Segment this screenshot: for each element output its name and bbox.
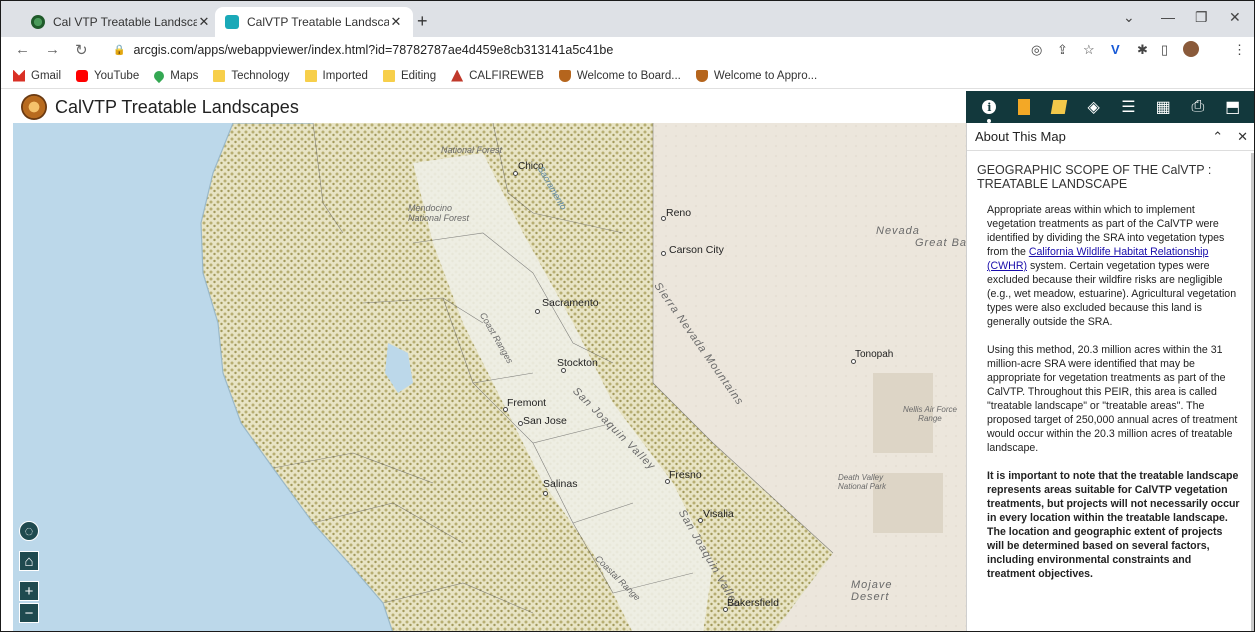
layer-list-icon[interactable] [1048,96,1070,118]
maps-pin-icon [152,68,167,83]
map-label-mojave-desert: Mojave Desert [851,579,893,603]
bookmark-gmail[interactable]: Gmail [13,69,61,82]
extensions-puzzle-icon[interactable]: ✱ [1137,42,1148,58]
about-panel: About This Map ⌃ ✕ GEOGRAPHIC SCOPE OF T… [966,123,1254,631]
close-tab-icon[interactable]: ✕ [389,14,403,30]
map-label-san-jose: San Jose [523,415,567,427]
layers-icon[interactable]: ◈ [1083,96,1105,118]
panel-scrollbar[interactable] [1251,153,1254,631]
menu-kebab-icon[interactable]: ⋮ [1233,42,1246,58]
bookmark-youtube[interactable]: YouTube [76,69,139,82]
map-label-bakersfield: Bakersfield [727,597,779,609]
close-window-icon[interactable]: ✕ [1229,9,1241,26]
flame-icon [451,69,464,82]
bookmark-welcome-board[interactable]: Welcome to Board... [558,69,681,82]
calfire-seal-logo [21,94,47,120]
lock-icon: 🔒 [113,44,126,56]
map-label-fresno: Fresno [669,469,702,481]
close-panel-icon[interactable]: ✕ [1237,129,1248,145]
map-label-reno: Reno [666,207,692,219]
panel-title: About This Map [975,129,1066,144]
widget-toolbar: i ◈ ☰ ▦ ⎙ ⬒ [966,91,1254,123]
forward-icon[interactable]: → [45,41,60,58]
side-panel-icon[interactable]: ▯ [1161,42,1168,58]
panel-header: About This Map ⌃ ✕ [967,123,1254,151]
youtube-icon [76,69,89,82]
globe-favicon-icon [31,15,45,29]
share-icon[interactable]: ⬒ [1222,96,1244,118]
shield-icon [558,69,571,82]
folder-icon [213,69,226,82]
tab-cal-vtp[interactable]: Cal VTP Treatable Landscapes - V ✕ [21,7,221,37]
bookmark-folder-imported[interactable]: Imported [304,69,368,82]
paragraph-2: Using this method, 20.3 million acres wi… [987,344,1238,454]
map-basemap [13,123,966,631]
bookmark-folder-technology[interactable]: Technology [213,69,290,82]
url-bar[interactable]: 🔒 arcgis.com/apps/webappviewer/index.htm… [113,39,1023,61]
app-title: CalVTP Treatable Landscapes [55,96,299,117]
zoom-out-icon[interactable]: − [19,603,39,623]
panel-content: GEOGRAPHIC SCOPE OF THE CalVTP : TREATAB… [967,153,1251,631]
map-label-sacramento: Sacramento [542,297,599,309]
map-label-great-basin: Great Bas [915,237,966,249]
tab-title: CalVTP Treatable Landscapes [247,15,389,29]
tab-title: Cal VTP Treatable Landscapes - V [53,15,197,29]
bookmark-folder-editing[interactable]: Editing [382,69,436,82]
city-dot [535,309,540,314]
bookmark-calfireweb[interactable]: CALFIREWEB [451,69,544,82]
list-icon[interactable]: ☰ [1117,96,1139,118]
restore-icon[interactable]: ❐ [1195,9,1208,26]
basemap-gallery-icon[interactable]: ▦ [1152,96,1174,118]
map-label-national-forest: National Forest [441,145,503,155]
star-icon[interactable]: ☆ [1083,42,1095,58]
eye-off-icon[interactable]: ◎ [1031,42,1042,58]
map-label-carson-city: Carson City [669,244,724,256]
folder-icon [304,69,317,82]
app-header: CalVTP Treatable Landscapes [13,91,966,123]
map-label-tonopah: Tonopah [855,349,894,360]
shield-icon [695,69,708,82]
browser-window: Cal VTP Treatable Landscapes - V ✕ CalVT… [0,0,1255,632]
map-label-nellis: Nellis Air Force Range [903,405,957,423]
map-label-fremont: Fremont [507,397,547,409]
folder-icon [382,69,395,82]
map-label-stockton: Stockton [557,357,598,369]
paragraph-3: It is important to note that the treatab… [987,470,1240,580]
share-page-icon[interactable]: ⇪ [1057,42,1068,58]
minimize-icon[interactable]: — [1161,9,1175,25]
map-label-nevada: Nevada [876,225,920,237]
bookmark-maps[interactable]: Maps [152,68,198,83]
url-text: arcgis.com/apps/webappviewer/index.html?… [133,43,614,57]
close-tab-icon[interactable]: ✕ [197,14,211,30]
home-icon[interactable]: ⌂ [19,551,39,571]
extension-v-icon[interactable]: V [1111,42,1120,57]
map-view[interactable]: National Forest Mendocino National Fores… [13,123,966,631]
collapse-icon[interactable]: ⌃ [1212,129,1223,145]
bookmark-welcome-appro[interactable]: Welcome to Appro... [695,69,817,82]
reload-icon[interactable]: ↻ [75,41,88,59]
city-dot [543,491,548,496]
zoom-in-icon[interactable]: + [19,581,39,601]
map-label-visalia: Visalia [703,508,734,520]
section-heading: GEOGRAPHIC SCOPE OF THE CalVTP : TREATAB… [977,163,1212,191]
tab-calvtp-active[interactable]: CalVTP Treatable Landscapes ✕ [215,7,413,37]
map-label-mendocino-nf: Mendocino National Forest [408,203,470,223]
profile-avatar[interactable] [1183,41,1199,57]
map-label-salinas: Salinas [543,478,578,490]
bookmarks-bar: Gmail YouTube Maps Technology Imported E… [1,63,1254,89]
locate-icon[interactable]: ◌ [19,521,39,541]
gmail-icon [13,69,25,82]
tab-search-icon[interactable]: ⌄ [1123,9,1135,26]
address-bar-row: ← → ↻ 🔒 arcgis.com/apps/webappviewer/ind… [1,37,1254,63]
paragraph-1: Appropriate areas within which to implem… [987,204,1237,328]
tab-strip: Cal VTP Treatable Landscapes - V ✕ CalVT… [1,1,1254,37]
back-icon[interactable]: ← [15,41,30,58]
city-dot [661,251,666,256]
info-icon[interactable]: i [978,96,1000,123]
map-label-death-valley: Death Valley National Park [838,473,887,491]
new-tab-icon[interactable]: + [417,11,428,32]
legend-icon[interactable] [1013,96,1035,118]
arcgis-favicon-icon [225,15,239,29]
print-icon[interactable]: ⎙ [1187,96,1209,118]
